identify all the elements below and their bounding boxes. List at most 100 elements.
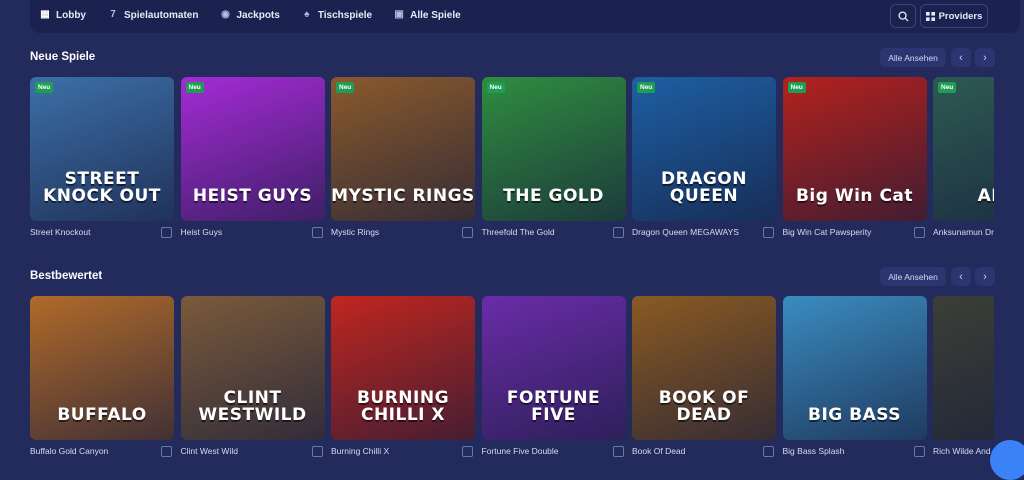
provider-icon xyxy=(913,446,925,457)
nav-label: Tischspiele xyxy=(317,9,373,21)
game-thumbnail[interactable]: BIG BASS xyxy=(782,296,927,440)
search-button[interactable] xyxy=(890,4,916,28)
game-card[interactable]: Neu STREET KNOCK OUT Street Knockout xyxy=(30,77,174,238)
game-thumbnail[interactable]: BOOK OF DEAD xyxy=(632,296,776,440)
game-thumbnail[interactable]: BURNING CHILLI X xyxy=(331,296,475,440)
game-logo-art: ANKS xyxy=(977,186,994,206)
provider-icon xyxy=(462,227,473,238)
coins-icon: ◉ xyxy=(221,9,230,20)
game-card[interactable]: BIG BASS Big Bass Splash xyxy=(782,296,927,457)
next-arrow-button[interactable]: › xyxy=(975,48,995,67)
game-logo-art: Big Win Cat xyxy=(795,186,914,206)
chevron-left-icon: ‹ xyxy=(959,51,963,64)
new-badge: Neu xyxy=(486,82,505,93)
section-title-new-games: Neue Spiele xyxy=(30,51,96,63)
game-thumbnail[interactable] xyxy=(933,296,994,440)
new-badge: Neu xyxy=(637,82,656,93)
game-thumbnail[interactable]: Neu MYSTIC RINGS xyxy=(331,77,475,221)
game-title: Buffalo Gold Canyon xyxy=(30,446,109,456)
game-title: Street Knockout xyxy=(30,227,91,237)
nav-label: Lobby xyxy=(56,9,86,21)
game-logo-art: HEIST GUYS xyxy=(192,186,313,206)
game-title: Dragon Queen MEGAWAYS xyxy=(632,227,739,237)
chat-button[interactable] xyxy=(990,440,1024,480)
game-card[interactable]: CLINT WESTWILD Clint West Wild xyxy=(180,296,325,457)
chevron-right-icon: › xyxy=(983,270,987,283)
nav-label: Jackpots xyxy=(236,9,280,21)
game-thumbnail[interactable]: CLINT WESTWILD xyxy=(180,296,325,440)
game-logo-art: BUFFALO xyxy=(57,405,147,425)
provider-icon xyxy=(311,446,323,457)
provider-icon xyxy=(612,446,624,457)
game-title: Mystic Rings xyxy=(331,227,380,237)
game-card[interactable]: Neu THE GOLD Threefold The Gold xyxy=(481,77,626,238)
prev-arrow-button[interactable]: ‹ xyxy=(951,48,971,67)
game-title: Threefold The Gold xyxy=(481,227,555,237)
next-arrow-button[interactable]: › xyxy=(975,267,995,286)
game-title: Book Of Dead xyxy=(632,446,686,456)
squares-icon: ▣ xyxy=(394,9,404,20)
provider-icon xyxy=(763,227,774,238)
game-card[interactable]: BUFFALO Buffalo Gold Canyon xyxy=(30,296,174,457)
game-title: Burning Chilli X xyxy=(331,446,390,456)
nav-jackpots[interactable]: ◉ Jackpots xyxy=(220,9,280,21)
section-title-top-rated: Bestbewertet xyxy=(30,270,103,282)
game-thumbnail[interactable]: Neu Big Win Cat xyxy=(782,77,927,221)
nav-lobby[interactable]: ▦ Lobby xyxy=(40,10,86,21)
game-card[interactable]: Neu DRAGON QUEEN Dragon Queen MEGAWAYS xyxy=(632,77,776,238)
nav-label: Alle Spiele xyxy=(410,9,461,21)
game-logo-art: BIG BASS xyxy=(808,405,901,425)
cards-icon: ♠ xyxy=(304,9,310,20)
game-card[interactable]: Neu Big Win Cat Big Win Cat Pawsperity xyxy=(782,77,927,238)
providers-button[interactable]: Providers xyxy=(920,4,988,28)
see-all-button[interactable]: Alle Ansehen xyxy=(880,48,946,67)
see-all-button[interactable]: Alle Ansehen xyxy=(880,267,946,286)
seven-icon: 7 xyxy=(110,9,116,20)
chevron-left-icon: ‹ xyxy=(959,270,963,283)
top-navigation-bar: ▦ Lobby 7 Spielautomaten ◉ Jackpots ♠ Ti… xyxy=(30,0,1020,33)
game-thumbnail[interactable]: Neu THE GOLD xyxy=(481,77,626,221)
game-logo-art: THE GOLD xyxy=(503,186,604,206)
game-title: Big Win Cat Pawsperity xyxy=(782,227,872,237)
search-icon xyxy=(897,10,909,22)
game-card[interactable]: Rich Wilde And xyxy=(933,296,994,456)
new-badge: Neu xyxy=(787,82,806,93)
game-thumbnail[interactable]: BUFFALO xyxy=(30,296,174,440)
grid-icon xyxy=(925,11,935,21)
game-thumbnail[interactable]: Neu ANKS xyxy=(933,77,994,221)
new-badge: Neu xyxy=(35,82,54,93)
game-card[interactable]: Neu ANKS Anksunamun Dr xyxy=(933,77,994,237)
nav-tischspiele[interactable]: ♠ Tischspiele xyxy=(302,10,372,21)
new-badge: Neu xyxy=(185,82,204,93)
game-row-top-rated: BUFFALO Buffalo Gold Canyon CLINT WESTWILD… xyxy=(30,296,994,466)
provider-icon xyxy=(913,227,925,238)
provider-icon xyxy=(161,446,172,457)
providers-label: Providers xyxy=(938,10,983,22)
game-title: Heist Guys xyxy=(180,227,223,237)
game-title: Anksunamun Dr xyxy=(933,227,994,237)
new-badge: Neu xyxy=(938,82,957,93)
game-thumbnail[interactable]: Neu DRAGON QUEEN xyxy=(632,77,776,221)
provider-icon xyxy=(311,227,323,238)
nav-spielautomaten[interactable]: 7 Spielautomaten xyxy=(108,10,198,21)
game-card[interactable]: Neu MYSTIC RINGS Mystic Rings xyxy=(331,77,475,238)
game-card[interactable]: Neu HEIST GUYS Heist Guys xyxy=(180,77,325,238)
game-thumbnail[interactable]: FORTUNE FIVE xyxy=(481,296,626,440)
game-card[interactable]: BOOK OF DEAD Book Of Dead xyxy=(632,296,776,457)
grid-icon: ▦ xyxy=(40,9,50,20)
game-title: Clint West Wild xyxy=(180,446,238,456)
game-thumbnail[interactable]: Neu HEIST GUYS xyxy=(180,77,325,221)
prev-arrow-button[interactable]: ‹ xyxy=(951,267,971,286)
game-title: Rich Wilde And xyxy=(933,446,991,456)
game-logo-art: STREET KNOCK OUT xyxy=(43,169,161,206)
game-title: Fortune Five Double xyxy=(481,446,559,456)
nav-label: Spielautomaten xyxy=(124,9,199,21)
provider-icon xyxy=(763,446,774,457)
nav-alle-spiele[interactable]: ▣ Alle Spiele xyxy=(394,9,461,21)
category-nav: ▦ Lobby 7 Spielautomaten ◉ Jackpots ♠ Ti… xyxy=(40,0,461,30)
game-card[interactable]: FORTUNE FIVE Fortune Five Double xyxy=(481,296,626,457)
game-logo-art: CLINT WESTWILD xyxy=(198,388,307,425)
game-logo-art: BURNING CHILLI X xyxy=(356,388,450,425)
game-thumbnail[interactable]: Neu STREET KNOCK OUT xyxy=(30,77,174,221)
game-card[interactable]: BURNING CHILLI X Burning Chilli X xyxy=(331,296,475,457)
